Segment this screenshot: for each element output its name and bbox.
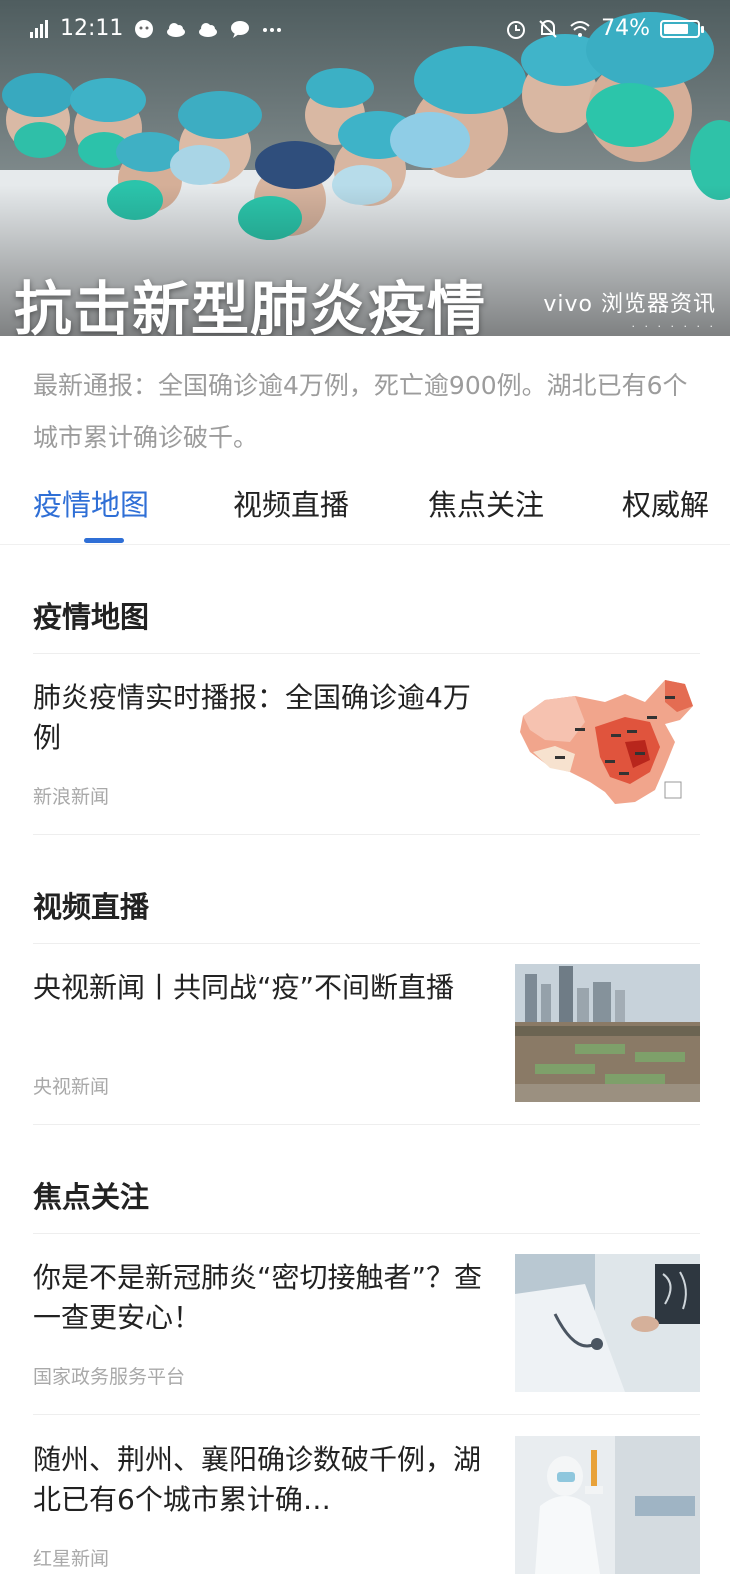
divider [33,943,700,944]
cloud-icon [165,18,187,40]
news-source: 央视新闻 [33,1076,110,1098]
news-title[interactable]: 肺炎疫情实时播报：全国确诊逾4万例 [33,678,493,758]
wechat-icon [133,18,155,40]
news-title[interactable]: 随州、荆州、襄阳确诊数破千例，湖北已有6个城市累计确… [33,1440,493,1520]
brand-name: vivo 浏览器资讯 [543,292,716,317]
hero-banner[interactable]: 12:11 74% 抗击新型肺炎疫情 vivo 浏览器资讯 · · · · · … [0,0,730,336]
divider [33,653,700,654]
chat-icon [229,18,251,40]
construction-site-thumbnail[interactable] [515,964,700,1102]
news-source: 国家政务服务平台 [33,1366,186,1388]
tab-epidemic-map[interactable]: 疫情地图 [33,482,149,524]
tab-authority[interactable]: 权威解 [622,482,709,524]
china-map-thumbnail[interactable] [515,672,700,810]
divider [33,834,700,835]
brand-logo: vivo 浏览器资讯 · · · · · · · [543,286,716,333]
news-source: 新浪新闻 [33,786,110,808]
tab-live-video[interactable]: 视频直播 [233,482,349,524]
status-right: 74% [505,16,704,41]
wifi-icon [569,18,591,40]
alarm-icon [505,18,527,40]
news-title[interactable]: 央视新闻丨共同战“疫”不间断直播 [33,968,493,1008]
divider [33,1414,700,1415]
battery-percent: 74% [601,16,650,41]
news-title[interactable]: 你是不是新冠肺炎“密切接触者”？查一查更安心！ [33,1258,493,1338]
doctor-xray-thumbnail[interactable] [515,1254,700,1392]
section-title-focus: 焦点关注 [33,1180,150,1214]
active-tab-indicator [84,538,124,543]
tab-bar: 疫情地图 视频直播 焦点关注 权威解 [0,474,730,545]
status-time: 12:11 [60,16,124,41]
divider [33,1124,700,1125]
section-title-epidemic-map: 疫情地图 [33,600,150,634]
more-dots-icon [261,18,283,40]
signal-icon [28,18,50,40]
cloud-icon [197,18,219,40]
divider [33,1233,700,1234]
summary-text: 最新通报：全国确诊逾4万例，死亡逾900例。湖北已有6个城市累计确诊破千。 [33,371,688,452]
banner-title: 抗击新型肺炎疫情 [14,275,487,336]
battery-fill [664,23,688,34]
mute-icon [537,18,559,40]
status-bar: 12:11 74% [0,0,730,56]
medical-worker-thumbnail[interactable] [515,1436,700,1574]
battery-icon [660,19,704,38]
section-title-live-video: 视频直播 [33,890,150,924]
status-left: 12:11 [28,16,283,41]
tab-focus[interactable]: 焦点关注 [428,482,544,524]
brand-tagline: · · · · · · · [631,320,716,333]
